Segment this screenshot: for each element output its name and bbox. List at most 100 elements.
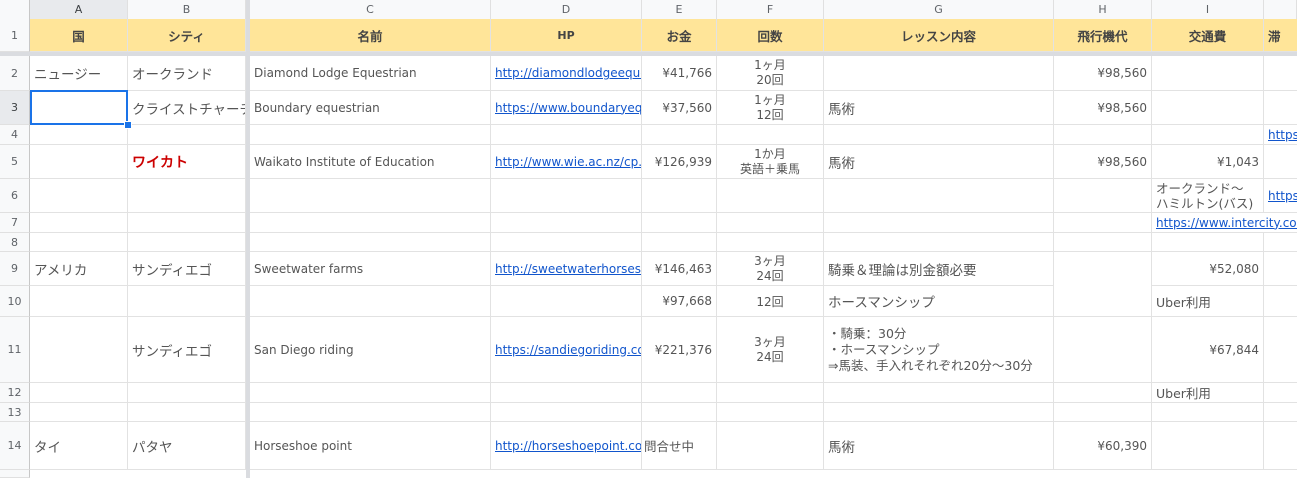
header-cell-city[interactable]: シティ: [128, 19, 246, 52]
cell-i2[interactable]: [1152, 56, 1264, 91]
cell-d14[interactable]: http://horseshoepoint.com: [491, 422, 642, 470]
cell-f8[interactable]: [717, 233, 824, 252]
cell-a13[interactable]: [30, 403, 128, 422]
hp-link[interactable]: https://www.boundaryequ: [495, 101, 641, 115]
column-header-g[interactable]: G: [824, 0, 1054, 19]
cell-h2[interactable]: ¥98,560: [1054, 56, 1152, 91]
cell-b8[interactable]: [128, 233, 246, 252]
cell-i6[interactable]: オークランド～ ハミルトン(バス): [1152, 179, 1264, 213]
row-header-8[interactable]: 8: [0, 233, 30, 252]
cell-g13[interactable]: [824, 403, 1054, 422]
cell-j12[interactable]: [1264, 383, 1297, 403]
cell-b9[interactable]: サンディエゴ: [128, 252, 246, 286]
hp-link[interactable]: https://sandiegoriding.com: [495, 343, 641, 357]
cell-b14[interactable]: パタヤ: [128, 422, 246, 470]
header-cell-next[interactable]: 滞: [1264, 19, 1297, 52]
cell-f13[interactable]: [717, 403, 824, 422]
cell-g14[interactable]: 馬術: [824, 422, 1054, 470]
cell-e14[interactable]: 問合せ中: [642, 422, 717, 470]
cell-f14[interactable]: [717, 422, 824, 470]
cell-f7[interactable]: [717, 213, 824, 233]
cell-b11[interactable]: サンディエゴ: [128, 317, 246, 383]
cell-i5[interactable]: ¥1,043: [1152, 145, 1264, 179]
cell-h4[interactable]: [1054, 125, 1152, 145]
cell-j5[interactable]: [1264, 145, 1297, 179]
header-cell-transport[interactable]: 交通費: [1152, 19, 1264, 52]
column-header-h[interactable]: H: [1054, 0, 1152, 19]
cell-c5[interactable]: Waikato Institute of Education: [250, 145, 491, 179]
cell-b7[interactable]: [128, 213, 246, 233]
cell-h7[interactable]: [1054, 213, 1152, 233]
cell-g11[interactable]: ・騎乗：30分 ・ホースマンシップ ⇒馬装、手入れそれぞれ20分～30分: [824, 317, 1054, 383]
cell-b6[interactable]: [128, 179, 246, 213]
cell-e6[interactable]: [642, 179, 717, 213]
cell-b10[interactable]: [128, 286, 246, 317]
row-header-1[interactable]: 1: [0, 19, 30, 52]
cell-i11[interactable]: ¥67,844: [1152, 317, 1264, 383]
cell-e9[interactable]: ¥146,463: [642, 252, 717, 286]
frozen-column-divider[interactable]: [246, 0, 250, 478]
cell-i12[interactable]: Uber利用: [1152, 383, 1264, 403]
hp-link[interactable]: http://horseshoepoint.com: [495, 439, 641, 453]
column-header-a[interactable]: A: [30, 0, 128, 19]
cell-h12[interactable]: [1054, 383, 1152, 403]
cell-i14[interactable]: [1152, 422, 1264, 470]
row-header-11[interactable]: 11: [0, 317, 30, 383]
row-header-4[interactable]: 4: [0, 125, 30, 145]
column-header-c[interactable]: C: [250, 0, 491, 19]
cell-e3[interactable]: ¥37,560: [642, 91, 717, 125]
cell-h8[interactable]: [1054, 233, 1152, 252]
cell-g3[interactable]: 馬術: [824, 91, 1054, 125]
cell-c8[interactable]: [250, 233, 491, 252]
cell-f12[interactable]: [717, 383, 824, 403]
hp-link[interactable]: http://diamondlodgeeque: [495, 66, 641, 80]
cell-j6[interactable]: https:: [1264, 179, 1297, 213]
cell-c7[interactable]: [250, 213, 491, 233]
cell-e13[interactable]: [642, 403, 717, 422]
cell-a4[interactable]: [30, 125, 128, 145]
row-15-partial[interactable]: [30, 470, 1297, 478]
column-header-j[interactable]: [1264, 0, 1297, 19]
cell-h11[interactable]: [1054, 317, 1152, 383]
cell-f4[interactable]: [717, 125, 824, 145]
cell-d13[interactable]: [491, 403, 642, 422]
cell-i13[interactable]: [1152, 403, 1264, 422]
link-partial[interactable]: https:: [1268, 128, 1297, 142]
cell-e8[interactable]: [642, 233, 717, 252]
cell-i9[interactable]: ¥52,080: [1152, 252, 1264, 286]
column-header-i[interactable]: I: [1152, 0, 1264, 19]
cell-j4[interactable]: https:: [1264, 125, 1297, 145]
cell-c12[interactable]: [250, 383, 491, 403]
cell-g6[interactable]: [824, 179, 1054, 213]
row-header-3[interactable]: 3: [0, 91, 30, 125]
cell-i10[interactable]: Uber利用: [1152, 286, 1264, 317]
cell-f2[interactable]: 1ヶ月 20回: [717, 56, 824, 91]
cell-g8[interactable]: [824, 233, 1054, 252]
cell-d7[interactable]: [491, 213, 642, 233]
cell-e10[interactable]: ¥97,668: [642, 286, 717, 317]
frozen-row-divider[interactable]: [0, 52, 1297, 56]
cell-g4[interactable]: [824, 125, 1054, 145]
cell-e2[interactable]: ¥41,766: [642, 56, 717, 91]
cell-g9[interactable]: 騎乗＆理論は別金額必要: [824, 252, 1054, 286]
cell-j8[interactable]: [1264, 233, 1297, 252]
cell-g10[interactable]: ホースマンシップ: [824, 286, 1054, 317]
cell-a12[interactable]: [30, 383, 128, 403]
cell-a8[interactable]: [30, 233, 128, 252]
header-cell-flight[interactable]: 飛行機代: [1054, 19, 1152, 52]
cell-d5[interactable]: http://www.wie.ac.nz/cp.h: [491, 145, 642, 179]
transport-link[interactable]: https://www.intercity.co.n: [1156, 216, 1297, 230]
cell-d6[interactable]: [491, 179, 642, 213]
header-cell-count[interactable]: 回数: [717, 19, 824, 52]
cell-e12[interactable]: [642, 383, 717, 403]
hp-link[interactable]: http://www.wie.ac.nz/cp.h: [495, 155, 641, 169]
cell-j11[interactable]: [1264, 317, 1297, 383]
cell-a14[interactable]: タイ: [30, 422, 128, 470]
cell-h14[interactable]: ¥60,390: [1054, 422, 1152, 470]
cell-d9[interactable]: http://sweetwaterhorses.c: [491, 252, 642, 286]
cell-b5[interactable]: ワイカト: [128, 145, 246, 179]
cell-b2[interactable]: オークランド: [128, 56, 246, 91]
cell-f6[interactable]: [717, 179, 824, 213]
cell-f10[interactable]: 12回: [717, 286, 824, 317]
cell-a6[interactable]: [30, 179, 128, 213]
